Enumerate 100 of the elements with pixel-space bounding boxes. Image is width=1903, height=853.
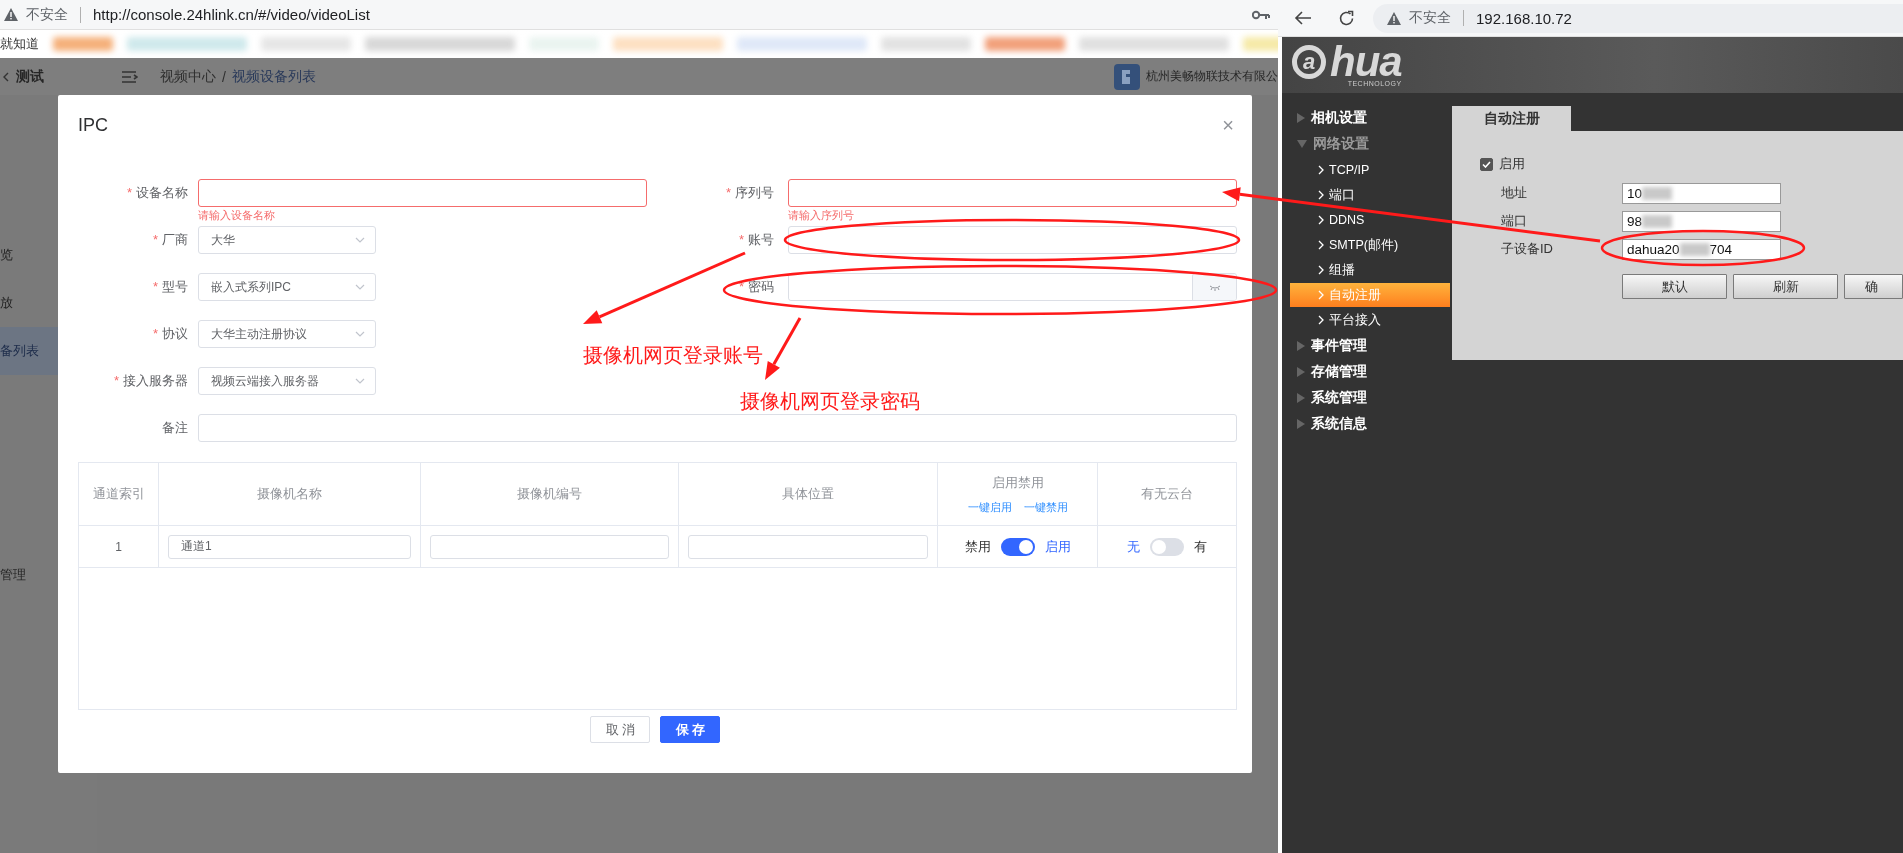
field-label: * 接入服务器 [112,372,188,390]
field-label: * 型号 [151,278,188,296]
chevron-right-icon [1318,290,1324,300]
bookmark[interactable]: 就知道 [0,35,39,53]
bulk-action-link[interactable]: 一键禁用 [1023,499,1068,515]
field-label: 地址 [1501,184,1528,202]
bulk-action-link[interactable]: 一键启用 [967,499,1012,515]
chevron-right-icon [1318,265,1324,275]
url-text[interactable]: 192.168.10.72 [1476,9,1572,27]
menu-item[interactable]: 相机设置 [1282,105,1452,131]
submenu-item[interactable]: 端口 [1290,183,1450,207]
security-label: 不安全 [1409,9,1451,27]
switch-label: 有 [1194,537,1207,556]
menu-item[interactable]: 网络设置 [1282,131,1452,157]
field-label: * 账号 [737,231,774,249]
annotation-label: 摄像机网页登录密码 [740,389,920,414]
field-label: 备注 [161,419,188,437]
menu-item[interactable]: 系统管理 [1282,385,1452,411]
warning-icon [4,8,18,21]
checkbox[interactable] [1480,157,1493,171]
triangle-down-icon [1297,140,1307,148]
field-label: * 序列号 [724,184,774,202]
chevron-right-icon [1318,165,1324,175]
submenu-item[interactable]: 组播 [1290,258,1450,282]
column-header: 通道索引 [92,485,145,503]
closed-eye-icon [1208,284,1221,291]
cancel-button[interactable]: 取消 [590,716,650,743]
chevron-down-icon [355,378,365,384]
table-cell: 1 [115,539,122,554]
submenu-item[interactable]: TCP/IP [1290,158,1450,182]
text-field[interactable]: 10 [1622,182,1781,204]
text-field[interactable]: 通道1 [168,534,411,559]
chevron-right-icon [1318,240,1324,250]
save-button[interactable]: 保存 [660,716,720,743]
dialog-title: IPC [78,114,108,136]
checkbox-label: 启用 [1499,155,1525,173]
text-field[interactable]: dahua20 704 [1622,238,1781,260]
toggle-switch[interactable] [1000,537,1035,556]
field-label: * 厂商 [151,231,188,249]
select-field[interactable]: 视频云端接入服务器 [198,367,376,395]
redacted-blur [1679,242,1710,256]
column-header: 启用禁用 [991,473,1044,492]
chevron-right-icon [1318,190,1324,200]
text-field[interactable] [788,179,1237,207]
company-name: 杭州美畅物联技术有限公 [1146,68,1278,85]
menu-item[interactable]: 系统信息 [1282,411,1452,437]
column-header: 具体位置 [782,485,834,503]
breadcrumb-separator: / [222,68,226,85]
chevron-right-icon [1318,215,1324,225]
triangle-right-icon [1297,393,1305,403]
logo-text: hua [1330,42,1402,82]
switch-label: 禁用 [964,537,991,556]
switch-label: 无 [1127,537,1140,556]
form-button[interactable]: 刷新 [1733,274,1838,299]
chevron-down-icon [355,237,365,243]
error-message: 请输入序列号 [788,208,855,222]
form-button[interactable]: 确 [1844,274,1903,299]
select-field[interactable]: 大华 [198,226,376,254]
url-text[interactable]: http://console.24hlink.cn/#/video/videoList [93,6,370,23]
tab[interactable]: 自动注册 [1452,106,1571,131]
logo-mark: a [1292,45,1326,79]
column-header: 摄像机名称 [257,485,322,503]
back-icon[interactable] [1294,10,1312,26]
warning-icon [1387,11,1401,25]
chevron-down-icon [355,331,365,337]
field-label: * 设备名称 [125,184,188,202]
chevron-left-icon[interactable] [2,71,10,82]
menu-item[interactable]: 事件管理 [1282,333,1452,359]
text-field[interactable] [198,179,647,207]
field-label: 子设备ID [1501,240,1554,258]
select-field[interactable]: 嵌入式系列IPC [198,273,376,301]
redacted-blur [1642,186,1673,200]
menu-icon[interactable] [122,70,138,83]
key-icon[interactable] [1252,9,1270,20]
company-logo-icon [1114,63,1140,90]
field-label: * 协议 [151,325,188,343]
show-password-button[interactable] [1192,274,1236,300]
password-field[interactable] [788,273,1237,301]
reload-icon[interactable] [1338,9,1355,27]
app-title: 测试 [16,67,44,86]
column-header: 有无云台 [1141,485,1193,503]
chevron-down-icon [355,284,365,290]
submenu-item[interactable]: SMTP(邮件) [1290,233,1450,257]
error-message: 请输入设备名称 [198,208,276,222]
text-field[interactable]: 98 [1622,210,1781,232]
triangle-right-icon [1297,113,1305,123]
submenu-item[interactable]: 平台接入 [1290,308,1450,332]
redacted-blur [1642,214,1673,228]
security-label: 不安全 [26,5,68,24]
check-icon [1482,160,1491,168]
form-button[interactable]: 默认 [1622,274,1727,299]
triangle-right-icon [1297,341,1305,351]
select-field[interactable]: 大华主动注册协议 [198,320,376,348]
triangle-right-icon [1297,367,1305,377]
toggle-switch[interactable] [1150,537,1184,556]
submenu-item[interactable]: DDNS [1290,208,1450,232]
menu-item[interactable]: 存储管理 [1282,359,1452,385]
blurred-bookmark [53,37,113,51]
triangle-right-icon [1297,419,1305,429]
annotation-arrow [765,317,802,380]
